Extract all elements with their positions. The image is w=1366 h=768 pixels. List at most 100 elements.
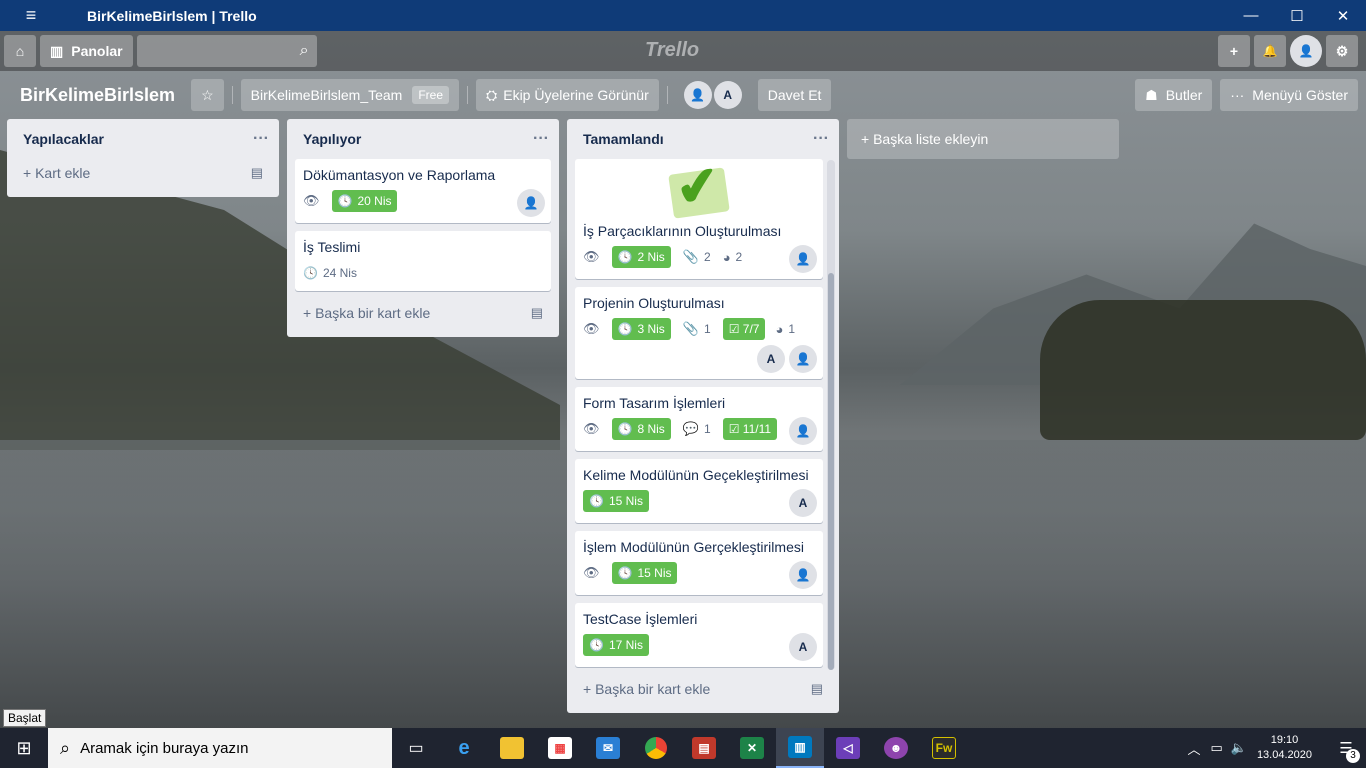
volume-icon[interactable]: 🔈 xyxy=(1231,740,1247,756)
due-date-badge[interactable]: 🕓 2 Nis xyxy=(611,246,671,268)
chrome-icon[interactable] xyxy=(632,728,680,768)
list-header[interactable]: Yapılıyor ··· xyxy=(287,119,559,159)
show-menu-button[interactable]: ··· Menüyü Göster xyxy=(1220,79,1358,111)
list-header[interactable]: Yapılacaklar ··· xyxy=(7,119,279,159)
card-member-avatar[interactable]: 👤 xyxy=(789,345,817,373)
red-app-icon[interactable]: ▤ xyxy=(680,728,728,768)
card-member-avatar[interactable]: 👤 xyxy=(789,561,817,589)
taskbar-search-input[interactable]: ⌕ Aramak için buraya yazın xyxy=(48,728,392,768)
due-date-badge[interactable]: 🕓 20 Nis xyxy=(331,190,398,212)
minimize-icon[interactable]: — xyxy=(1228,7,1274,25)
card[interactable]: TestCase İşlemleri 🕓 17 Nis A xyxy=(575,603,823,667)
checklist-icon: ☑ xyxy=(728,422,740,436)
close-icon[interactable]: ✕ xyxy=(1320,7,1366,25)
list-title[interactable]: Tamamlandı xyxy=(583,131,664,147)
member-avatar[interactable]: 👤 xyxy=(683,81,712,109)
card[interactable]: Projenin Oluşturulması 👁 🕓 3 Nis 📎 1 ☑ 7/7… xyxy=(575,287,823,379)
start-button[interactable]: ⊞ xyxy=(0,728,48,768)
card[interactable]: Kelime Modülünün Geçekleştirilmesi 🕓 15 N… xyxy=(575,459,823,523)
trello-logo[interactable]: Trello xyxy=(645,39,699,62)
hamburger-menu-icon[interactable]: ≡ xyxy=(0,5,62,26)
butler-button[interactable]: ☗ Butler xyxy=(1135,79,1213,111)
clock-icon: 🕓 xyxy=(617,250,633,264)
card-member-avatar[interactable]: 👤 xyxy=(789,245,817,273)
plus-icon: + xyxy=(1229,43,1239,59)
card-title: Kelime Modülünün Geçekleştirilmesi xyxy=(583,467,809,483)
network-icon[interactable]: ▭ xyxy=(1210,740,1222,756)
add-card-button[interactable]: + Başka bir kart ekle ▤ xyxy=(287,299,559,329)
member-avatar[interactable]: A xyxy=(713,81,742,109)
maximize-icon[interactable]: ☐ xyxy=(1274,7,1320,25)
due-date-badge[interactable]: 🕓 24 Nis xyxy=(303,262,357,284)
store-icon[interactable]: ▦ xyxy=(536,728,584,768)
list-scrollbar-thumb[interactable] xyxy=(828,273,834,670)
home-button[interactable]: ⌂ xyxy=(4,35,36,67)
windows-taskbar: ⊞ ⌕ Aramak için buraya yazın ▭ e ▦ ✉ ▤ ✕… xyxy=(0,728,1366,768)
star-icon: ☆ xyxy=(201,86,214,103)
fireworks-icon[interactable]: Fw xyxy=(920,728,968,768)
due-date-badge[interactable]: 🕓 8 Nis xyxy=(611,418,671,440)
start-tooltip: Başlat xyxy=(3,709,47,727)
list-menu-icon[interactable]: ··· xyxy=(533,130,549,148)
add-card-button[interactable]: + Kart ekle ▤ xyxy=(7,159,279,189)
list-tamamlandi: Tamamlandı ··· ✔ İş Parçacıklarının Oluş… xyxy=(567,119,839,713)
create-button[interactable]: + xyxy=(1218,35,1250,67)
add-card-label[interactable]: + Kart ekle xyxy=(23,165,90,181)
header-search-input[interactable]: ⌕ xyxy=(136,35,317,67)
github-count: 2 xyxy=(735,250,743,264)
card[interactable]: Dökümantasyon ve Raporlama 👁 🕓 20 Nis 👤 xyxy=(295,159,551,223)
card[interactable]: Form Tasarım İşlemleri 👁 🕓 8 Nis 💬 1 ☑ 11/… xyxy=(575,387,823,451)
profile-avatar[interactable]: 👤 xyxy=(1290,35,1322,67)
add-list-button[interactable]: + Başka liste ekleyin xyxy=(847,119,1119,159)
file-explorer-icon[interactable] xyxy=(488,728,536,768)
list-header[interactable]: Tamamlandı ··· xyxy=(567,119,839,159)
list-menu-icon[interactable]: ··· xyxy=(253,130,269,148)
github-badge: ◕ 2 xyxy=(723,250,743,265)
chevron-up-icon[interactable]: ︿ xyxy=(1187,739,1200,758)
mail-icon[interactable]: ✉ xyxy=(584,728,632,768)
clock[interactable]: 19:10 13.04.2020 xyxy=(1257,733,1312,763)
list-title[interactable]: Yapılacaklar xyxy=(23,131,104,147)
background-trees xyxy=(1040,300,1366,440)
visual-studio-icon[interactable]: ◁ xyxy=(824,728,872,768)
due-date-badge[interactable]: 🕓 3 Nis xyxy=(611,318,671,340)
notification-count: 3 xyxy=(1346,749,1360,763)
github-desktop-icon[interactable]: ☻ xyxy=(872,728,920,768)
clock-icon: 🕓 xyxy=(337,194,353,208)
card[interactable]: İş Teslimi 🕓 24 Nis xyxy=(295,231,551,291)
list-yapilacaklar: Yapılacaklar ··· + Kart ekle ▤ xyxy=(7,119,279,197)
card[interactable]: ✔ İş Parçacıklarının Oluşturulması 👁 🕓 2 … xyxy=(575,155,823,279)
star-button[interactable]: ☆ xyxy=(191,79,224,111)
card[interactable]: İşlem Modülünün Gerçekleştirilmesi 👁 🕓 15… xyxy=(575,531,823,595)
due-date-badge[interactable]: 🕓 15 Nis xyxy=(583,490,649,512)
card-member-avatar[interactable]: A xyxy=(789,489,817,517)
due-date-badge[interactable]: 🕓 15 Nis xyxy=(611,562,678,584)
card-template-icon[interactable]: ▤ xyxy=(251,165,263,181)
card-template-icon[interactable]: ▤ xyxy=(811,681,823,697)
list-menu-icon[interactable]: ··· xyxy=(813,130,829,148)
boards-button[interactable]: ▥ Panolar xyxy=(40,35,133,67)
edge-icon[interactable]: e xyxy=(440,728,488,768)
card-template-icon[interactable]: ▤ xyxy=(531,305,543,321)
card-member-avatar[interactable]: 👤 xyxy=(789,417,817,445)
board-header: BirKelimeBirlslem ☆ BirKelimeBirlslem_Te… xyxy=(0,71,1366,119)
add-card-label[interactable]: + Başka bir kart ekle xyxy=(303,305,430,321)
task-view-icon[interactable]: ▭ xyxy=(392,728,440,768)
board-title[interactable]: BirKelimeBirlslem xyxy=(12,85,183,106)
notification-center-icon[interactable]: ☰ 3 xyxy=(1326,739,1366,763)
due-date-badge[interactable]: 🕓 17 Nis xyxy=(583,634,649,656)
card-member-avatar[interactable]: A xyxy=(789,633,817,661)
invite-button[interactable]: Davet Et xyxy=(757,79,832,111)
trello-taskbar-icon[interactable]: ▥ xyxy=(776,728,824,768)
list-title[interactable]: Yapılıyor xyxy=(303,131,361,147)
visibility-button[interactable]: ⛭ Ekip Üyelerine Görünür xyxy=(476,79,659,111)
card-member-avatar[interactable]: A xyxy=(757,345,785,373)
notifications-button[interactable]: 🔔 xyxy=(1254,35,1286,67)
add-card-label[interactable]: + Başka bir kart ekle xyxy=(583,681,710,697)
card-member-avatar[interactable]: 👤 xyxy=(517,189,545,217)
team-button[interactable]: BirKelimeBirlslem_Team Free xyxy=(240,79,460,111)
settings-button[interactable]: ⚙ xyxy=(1326,35,1358,67)
excel-app-icon[interactable]: ✕ xyxy=(728,728,776,768)
home-icon: ⌂ xyxy=(15,43,25,59)
add-card-button[interactable]: + Başka bir kart ekle ▤ xyxy=(567,675,839,705)
